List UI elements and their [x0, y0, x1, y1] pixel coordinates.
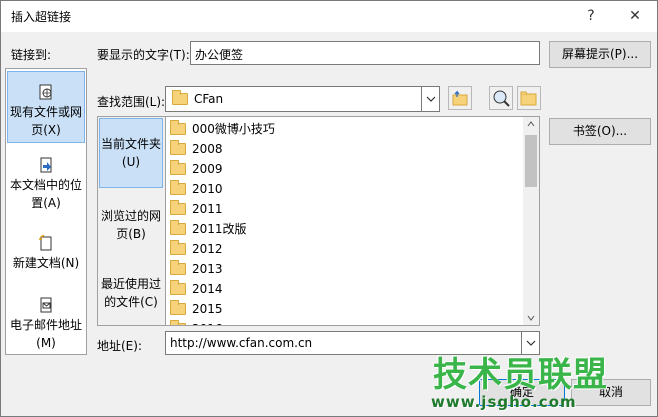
browse-file-button[interactable] — [517, 86, 541, 110]
tab-current-folder[interactable]: 当前文件夹(U) — [99, 118, 163, 188]
file-name: 2011 — [192, 202, 223, 216]
look-in-value: CFan — [194, 92, 224, 106]
tab-browsed-pages-label: 浏览过的网页(B) — [100, 209, 161, 241]
folder-icon — [170, 119, 186, 135]
new-document-icon — [39, 235, 52, 251]
address-value: http://www.cfan.com.cn — [170, 336, 313, 350]
folder-icon — [170, 259, 186, 275]
folder-icon — [170, 319, 186, 325]
look-in-dropdown-button[interactable] — [421, 87, 439, 111]
display-text-value: 办公便签 — [195, 48, 244, 62]
file-name: 2011改版 — [192, 222, 247, 236]
link-to-bar: 现有文件或网页(X) 本文档中的位置(A) 新建文档(N) 电子邮件地址(M) — [5, 68, 87, 355]
display-text-label: 要显示的文字(T): — [97, 48, 190, 62]
document-place-icon — [40, 157, 52, 173]
list-item[interactable]: 2011改版 — [170, 219, 247, 239]
folder-icon — [170, 179, 186, 195]
dialog-title: 插入超链接 — [11, 10, 72, 24]
chevron-down-icon — [426, 96, 435, 102]
list-item[interactable]: 2013 — [170, 259, 223, 279]
link-to-label: 链接到: — [11, 48, 52, 62]
list-item[interactable]: 2009 — [170, 159, 223, 179]
look-in-select[interactable]: CFan — [165, 86, 440, 112]
folder-icon — [170, 199, 186, 215]
chevron-down-icon — [526, 340, 535, 346]
insert-hyperlink-dialog: 插入超链接 ? ✕ 链接到: 现有文件或网页(X) 本文档中的位置(A) 新建文… — [0, 0, 658, 417]
link-email-address[interactable]: 电子邮件地址(M) — [7, 293, 85, 353]
help-button[interactable]: ? — [571, 1, 611, 32]
link-new-document[interactable]: 新建文档(N) — [7, 231, 85, 271]
folder-icon — [170, 219, 186, 235]
list-item[interactable]: 2011 — [170, 199, 223, 219]
address-label: 地址(E): — [97, 339, 142, 353]
browse-web-icon — [493, 90, 510, 107]
link-existing-file-or-web-page[interactable]: 现有文件或网页(X) — [7, 71, 85, 143]
scroll-up-icon[interactable] — [527, 121, 535, 127]
list-item[interactable]: 2008 — [170, 139, 223, 159]
screentip-button[interactable]: 屏幕提示(P)... — [549, 41, 651, 68]
file-list-scrollbar[interactable] — [523, 117, 539, 325]
web-page-icon — [39, 84, 52, 100]
folder-icon — [170, 159, 186, 175]
file-name: 2014 — [192, 282, 223, 296]
display-text-input[interactable]: 办公便签 — [190, 41, 540, 65]
watermark-logo: 技术员联盟 — [433, 355, 608, 395]
scroll-down-icon[interactable] — [527, 315, 535, 321]
file-name: 2009 — [192, 162, 223, 176]
list-item[interactable]: 2016 — [170, 319, 223, 325]
tab-current-folder-label: 当前文件夹(U) — [100, 137, 161, 169]
folder-icon — [170, 239, 186, 255]
link-existing-file-label: 现有文件或网页(X) — [9, 105, 82, 137]
file-name: 2013 — [192, 262, 223, 276]
close-button[interactable]: ✕ — [615, 1, 655, 32]
browse-tabs: 当前文件夹(U) 浏览过的网页(B) 最近使用过的文件(C) — [97, 116, 165, 326]
file-name: 2008 — [192, 142, 223, 156]
file-name: 2015 — [192, 302, 223, 316]
list-item[interactable]: 2012 — [170, 239, 223, 259]
email-icon — [40, 297, 52, 313]
bookmark-button[interactable]: 书签(O)... — [549, 118, 651, 145]
tab-recent-files-label: 最近使用过的文件(C) — [100, 277, 161, 309]
open-folder-icon — [520, 91, 537, 106]
file-list[interactable]: 000微博小技巧 2008 2009 2010 2011 2011改版 2012… — [165, 116, 540, 326]
link-place-in-document[interactable]: 本文档中的位置(A) — [7, 153, 85, 217]
file-name: 2016 — [192, 322, 223, 325]
file-name: 2010 — [192, 182, 223, 196]
scrollbar-thumb[interactable] — [525, 135, 537, 187]
folder-up-icon — [452, 90, 468, 106]
list-item[interactable]: 2014 — [170, 279, 223, 299]
list-item[interactable]: 2010 — [170, 179, 223, 199]
browse-web-button[interactable] — [489, 86, 513, 110]
file-name: 2012 — [192, 242, 223, 256]
watermark-url: www.jsgho.com — [431, 393, 577, 411]
link-email-label: 电子邮件地址(M) — [9, 318, 82, 350]
folder-icon — [170, 299, 186, 315]
folder-icon — [170, 139, 186, 155]
look-in-label: 查找范围(L): — [97, 95, 166, 109]
list-item[interactable]: 2015 — [170, 299, 223, 319]
folder-icon — [170, 279, 186, 295]
title-bar: 插入超链接 ? ✕ — [1, 1, 657, 32]
folder-icon — [172, 89, 194, 106]
link-place-label: 本文档中的位置(A) — [9, 178, 82, 210]
file-name: 000微博小技巧 — [192, 122, 275, 136]
tab-recent-files[interactable]: 最近使用过的文件(C) — [99, 271, 163, 317]
up-one-folder-button[interactable] — [448, 86, 472, 110]
link-new-document-label: 新建文档(N) — [12, 256, 80, 270]
tab-browsed-pages[interactable]: 浏览过的网页(B) — [99, 203, 163, 247]
list-item[interactable]: 000微博小技巧 — [170, 119, 275, 139]
